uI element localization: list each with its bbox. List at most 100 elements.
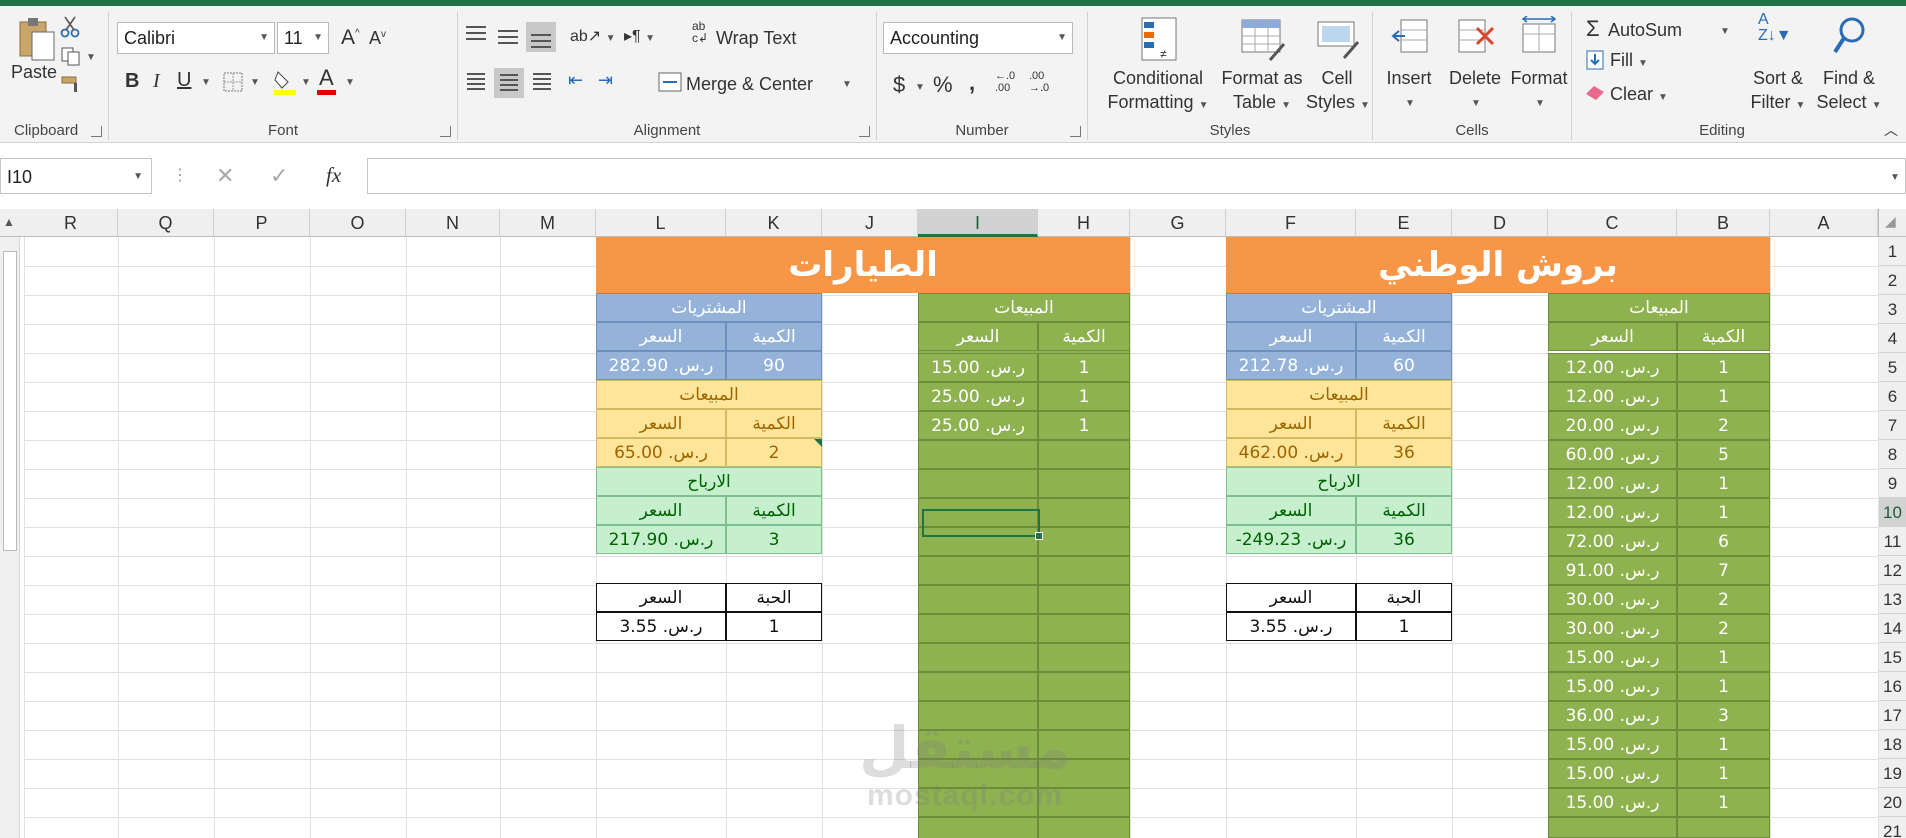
right-summary-sales-price[interactable]: ر.س. 462.00 bbox=[1226, 438, 1356, 467]
italic-icon[interactable]: I bbox=[153, 70, 160, 93]
left-sales-qty-cell[interactable]: 1 bbox=[1038, 411, 1130, 440]
right-sales-qty-cell[interactable]: 1 bbox=[1677, 353, 1770, 382]
right-unit-header[interactable]: الحبة bbox=[1356, 583, 1452, 612]
column-header-m[interactable]: M bbox=[500, 209, 596, 237]
left-unit-qty[interactable]: 1 bbox=[726, 612, 822, 641]
left-sales-header[interactable]: المبيعات bbox=[918, 293, 1130, 322]
left-sales-empty-cell[interactable] bbox=[1038, 498, 1130, 527]
left-sales-empty-cell[interactable] bbox=[1038, 672, 1130, 701]
comma-style-icon[interactable]: , bbox=[969, 70, 975, 96]
left-sales-empty-cell[interactable] bbox=[1038, 643, 1130, 672]
select-all-corner[interactable]: ◢ bbox=[1878, 209, 1906, 237]
column-header-c[interactable]: C bbox=[1548, 209, 1677, 237]
scroll-up-icon[interactable]: ▲ bbox=[3, 215, 15, 229]
expand-formula-icon[interactable]: ▼ bbox=[1890, 172, 1900, 183]
collapse-ribbon-icon[interactable]: ︿ bbox=[1884, 120, 1898, 140]
left-sales-qty-header[interactable]: الكمية bbox=[1038, 322, 1130, 351]
left-sales-empty-cell[interactable] bbox=[1038, 585, 1130, 614]
clipboard-launcher-icon[interactable] bbox=[91, 126, 102, 137]
column-header-f[interactable]: F bbox=[1226, 209, 1356, 237]
delete-button[interactable]: Delete ▼ bbox=[1443, 12, 1507, 112]
right-sales-price-cell[interactable]: ر.س. 36.00 bbox=[1548, 701, 1677, 730]
right-sales-price-cell[interactable]: ر.س. 20.00 bbox=[1548, 411, 1677, 440]
align-right-icon[interactable] bbox=[528, 68, 556, 96]
left-sales-empty-cell[interactable] bbox=[1038, 527, 1130, 556]
left-purchases-qty-header[interactable]: الكمية bbox=[726, 322, 822, 351]
bottom-align-icon[interactable] bbox=[526, 22, 556, 52]
increase-font-icon[interactable]: A^ bbox=[341, 26, 360, 50]
right-profits-qty[interactable]: 36 bbox=[1356, 525, 1452, 554]
right-sales-price-cell[interactable]: ر.س. 60.00 bbox=[1548, 440, 1677, 469]
formula-input[interactable] bbox=[367, 158, 1906, 194]
left-sales-qty-cell[interactable]: 1 bbox=[1038, 353, 1130, 382]
row-header-2[interactable]: 2 bbox=[1878, 266, 1906, 295]
right-sales-price-cell[interactable]: ر.س. 91.00 bbox=[1548, 556, 1677, 585]
left-unit-price-header[interactable]: السعر bbox=[596, 583, 726, 612]
row-header-10[interactable]: 10 bbox=[1878, 498, 1906, 527]
autosum-dropdown-icon[interactable]: ▼ bbox=[1720, 26, 1730, 37]
left-sales-empty-cell[interactable] bbox=[918, 469, 1038, 498]
merge-center-icon[interactable] bbox=[658, 72, 682, 92]
row-header-19[interactable]: 19 bbox=[1878, 759, 1906, 788]
row-header-6[interactable]: 6 bbox=[1878, 382, 1906, 411]
right-sales-header[interactable]: المبيعات bbox=[1548, 293, 1770, 322]
column-header-i[interactable]: I bbox=[918, 209, 1038, 237]
row-header-21[interactable]: 21 bbox=[1878, 817, 1906, 838]
column-header-j[interactable]: J bbox=[822, 209, 918, 237]
left-sales-empty-cell[interactable] bbox=[918, 614, 1038, 643]
left-purchases-header[interactable]: المشتريات bbox=[596, 293, 822, 322]
number-launcher-icon[interactable] bbox=[1070, 126, 1081, 137]
left-summary-sales-header[interactable]: المبيعات bbox=[596, 380, 822, 409]
underline-dropdown-icon[interactable]: ▼ bbox=[201, 77, 211, 88]
right-sales-price-cell[interactable]: ر.س. 30.00 bbox=[1548, 614, 1677, 643]
row-header-9[interactable]: 9 bbox=[1878, 469, 1906, 498]
right-sales-price-cell[interactable]: ر.س. 12.00 bbox=[1548, 498, 1677, 527]
right-sales-qty-cell[interactable]: 1 bbox=[1677, 730, 1770, 759]
align-center-icon[interactable] bbox=[494, 68, 524, 98]
underline-icon[interactable]: U bbox=[177, 69, 191, 92]
right-sales-qty-cell[interactable]: 5 bbox=[1677, 440, 1770, 469]
left-purchases-price[interactable]: ر.س. 282.90 bbox=[596, 351, 726, 380]
increase-decimal-icon[interactable]: ←.0.00 bbox=[995, 70, 1015, 94]
left-sales-empty-cell[interactable] bbox=[918, 556, 1038, 585]
alignment-launcher-icon[interactable] bbox=[859, 126, 870, 137]
left-sales-price-header[interactable]: السعر bbox=[918, 322, 1038, 351]
borders-icon[interactable] bbox=[223, 72, 243, 92]
column-header-a[interactable]: A bbox=[1770, 209, 1878, 237]
left-sales-price-cell[interactable]: ر.س. 25.00 bbox=[918, 382, 1038, 411]
fill-color-dropdown-icon[interactable]: ▼ bbox=[301, 77, 311, 88]
column-header-d[interactable]: D bbox=[1452, 209, 1548, 237]
currency-dropdown-icon[interactable]: ▼ bbox=[915, 82, 925, 93]
right-unit-price-header[interactable]: السعر bbox=[1226, 583, 1356, 612]
right-sales-price-cell[interactable]: ر.س. 15.00 bbox=[1548, 788, 1677, 817]
right-profits-qty-header[interactable]: الكمية bbox=[1356, 496, 1452, 525]
name-box[interactable]: I10 ▼ bbox=[0, 158, 152, 194]
right-sales-empty-cell[interactable] bbox=[1677, 817, 1770, 838]
copy-icon[interactable] bbox=[60, 46, 82, 66]
left-profits-header[interactable]: الارباح bbox=[596, 467, 822, 496]
column-header-g[interactable]: G bbox=[1130, 209, 1226, 237]
column-header-q[interactable]: Q bbox=[118, 209, 214, 237]
right-purchases-price[interactable]: ر.س. 212.78 bbox=[1226, 351, 1356, 380]
more-options-icon[interactable]: ⋮ bbox=[172, 165, 188, 185]
increase-indent-icon[interactable]: ⇥ bbox=[598, 70, 613, 91]
left-purchases-qty[interactable]: 90 bbox=[726, 351, 822, 380]
right-sales-qty-cell[interactable]: 3 bbox=[1677, 701, 1770, 730]
column-header-p[interactable]: P bbox=[214, 209, 310, 237]
paste-button[interactable]: Paste bbox=[8, 12, 62, 100]
left-profits-qty[interactable]: 3 bbox=[726, 525, 822, 554]
wrap-text-icon[interactable]: ab c↲ bbox=[692, 20, 708, 44]
right-unit-qty[interactable]: 1 bbox=[1356, 612, 1452, 641]
selected-cell-i10[interactable] bbox=[922, 509, 1043, 540]
row-header-5[interactable]: 5 bbox=[1878, 353, 1906, 382]
right-sales-qty-cell[interactable]: 2 bbox=[1677, 614, 1770, 643]
left-profits-qty-header[interactable]: الكمية bbox=[726, 496, 822, 525]
right-purchases-qty-header[interactable]: الكمية bbox=[1356, 322, 1452, 351]
row-header-4[interactable]: 4 bbox=[1878, 324, 1906, 353]
sort-filter-button[interactable]: A Z↓▼ Sort & Filter ▼ bbox=[1742, 12, 1814, 113]
right-sales-price-cell[interactable]: ر.س. 15.00 bbox=[1548, 672, 1677, 701]
right-profits-header[interactable]: الارباح bbox=[1226, 467, 1452, 496]
format-button[interactable]: Format ▼ bbox=[1507, 12, 1571, 112]
right-sales-price-cell[interactable]: ر.س. 30.00 bbox=[1548, 585, 1677, 614]
format-as-table-button[interactable]: Format as Table ▼ bbox=[1220, 12, 1304, 112]
